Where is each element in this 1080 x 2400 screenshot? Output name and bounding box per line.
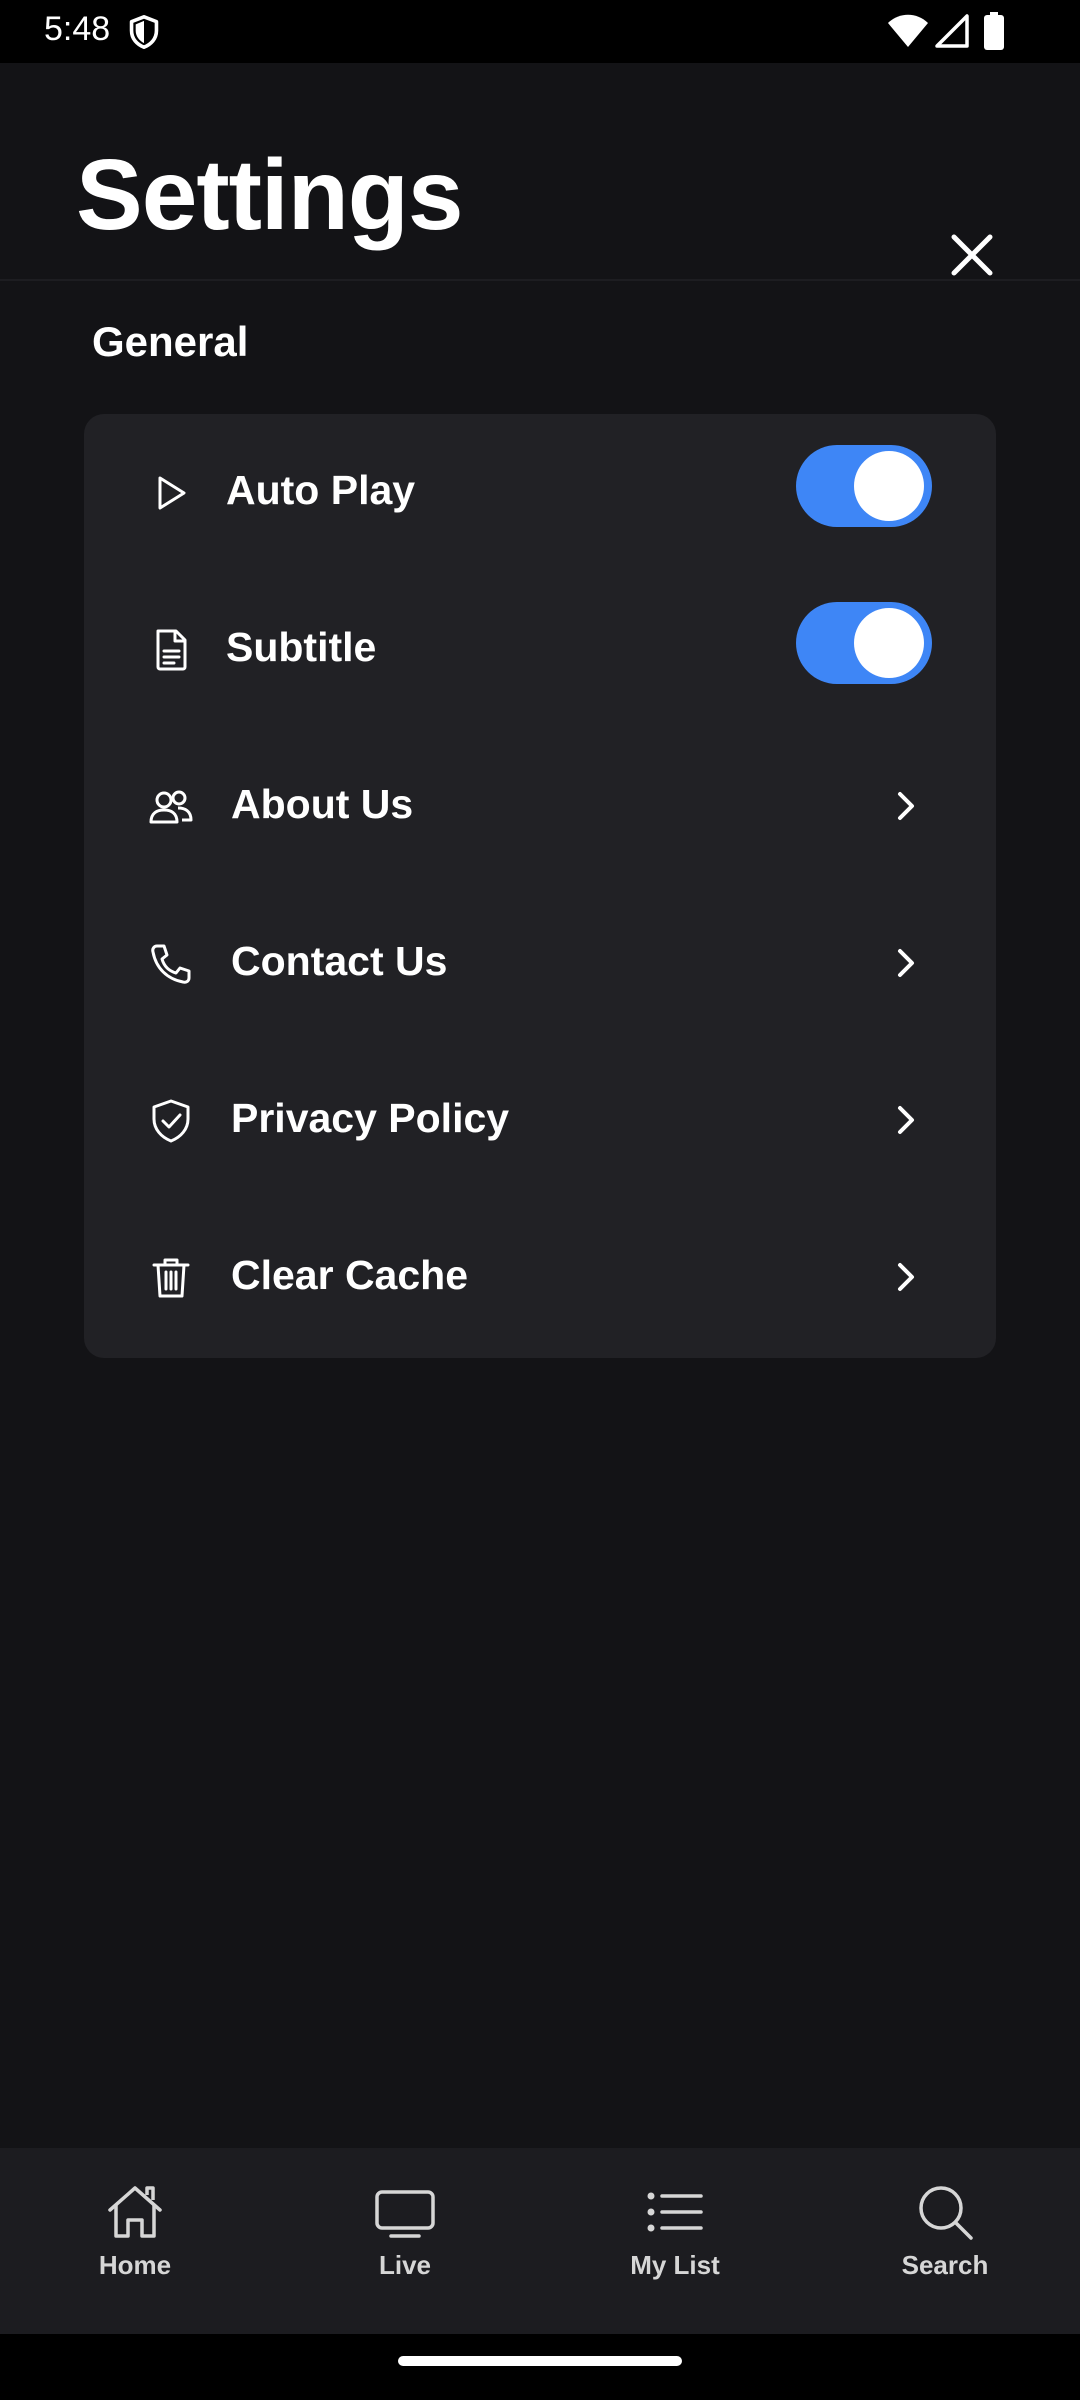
setting-label-clear-cache: Clear Cache: [231, 1252, 469, 1298]
setting-row-subtitle[interactable]: Subtitle: [84, 571, 996, 728]
auto-play-toggle[interactable]: [796, 445, 932, 527]
subtitle-toggle[interactable]: [796, 602, 932, 684]
setting-row-contact-us[interactable]: Contact Us: [84, 885, 996, 1042]
close-icon: [951, 234, 993, 276]
nav-item-search[interactable]: Search: [810, 2148, 1080, 2334]
nav-label-my-list: My List: [630, 2250, 720, 2280]
list-icon: [647, 2192, 703, 2232]
setting-row-privacy-policy[interactable]: Privacy Policy: [84, 1042, 996, 1199]
signal-icon: [935, 14, 969, 48]
setting-row-about-us[interactable]: About Us: [84, 728, 996, 885]
nav-label-live: Live: [378, 2250, 432, 2280]
section-title-general: General: [92, 318, 249, 365]
nav-item-live[interactable]: Live: [270, 2148, 540, 2334]
wifi-icon: [888, 14, 928, 47]
users-icon: [149, 790, 193, 824]
play-icon: [158, 476, 186, 510]
page-header: Settings: [0, 63, 1080, 281]
setting-label-subtitle: Subtitle: [226, 624, 377, 670]
phone-icon: [151, 944, 191, 984]
page-title: Settings: [76, 139, 463, 251]
battery-icon: [984, 12, 1004, 50]
bottom-nav: Home Live My List Search: [0, 2148, 1080, 2334]
gesture-handle[interactable]: [398, 2356, 682, 2366]
chevron-right-icon: [898, 792, 914, 820]
chevron-right-icon: [898, 949, 914, 977]
nav-label-search: Search: [901, 2250, 989, 2280]
shield-icon: [129, 14, 159, 50]
setting-row-auto-play[interactable]: Auto Play: [84, 414, 996, 571]
status-time: 5:48: [44, 10, 111, 48]
setting-label-privacy-policy: Privacy Policy: [231, 1095, 510, 1141]
close-button[interactable]: [940, 223, 1004, 287]
shield-check-icon: [152, 1099, 190, 1143]
chevron-right-icon: [898, 1106, 914, 1134]
status-bar: 5:48: [0, 0, 1080, 63]
tv-icon: [375, 2190, 435, 2238]
document-icon: [156, 629, 187, 671]
gesture-area: [0, 2334, 1080, 2400]
toggle-knob: [854, 451, 924, 521]
setting-row-clear-cache[interactable]: Clear Cache: [84, 1199, 996, 1356]
settings-card: Auto Play Subtitle About Us Contact Us P…: [84, 414, 996, 1358]
nav-item-my-list[interactable]: My List: [540, 2148, 810, 2334]
home-icon: [108, 2186, 162, 2238]
toggle-knob: [854, 608, 924, 678]
nav-item-home[interactable]: Home: [0, 2148, 270, 2334]
trash-icon: [152, 1258, 190, 1298]
nav-label-home: Home: [98, 2250, 172, 2280]
chevron-right-icon: [898, 1263, 914, 1291]
setting-label-contact-us: Contact Us: [231, 938, 448, 984]
search-icon: [919, 2186, 973, 2240]
setting-label-auto-play: Auto Play: [226, 467, 416, 513]
setting-label-about-us: About Us: [231, 781, 414, 827]
